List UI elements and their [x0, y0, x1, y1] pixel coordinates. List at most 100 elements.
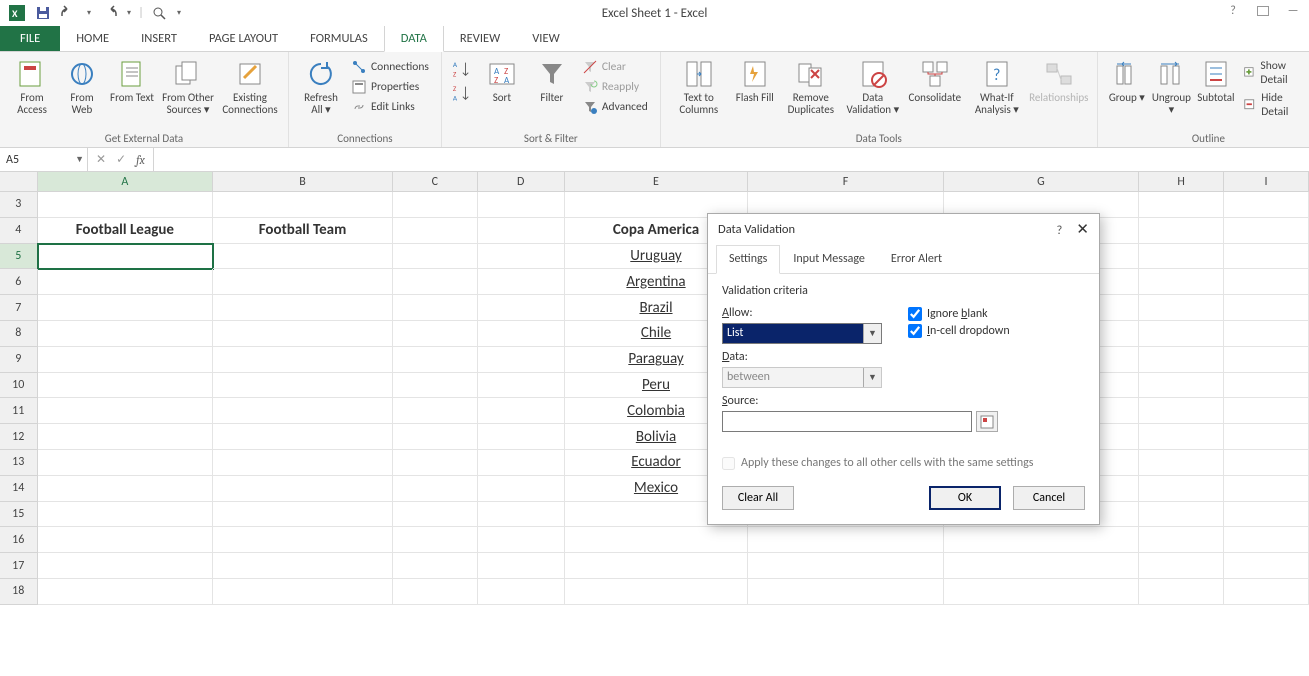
cell-I9[interactable] — [1224, 347, 1309, 373]
row-header-9[interactable]: 9 — [0, 347, 38, 373]
cell-A13[interactable] — [38, 450, 214, 476]
row-header-12[interactable]: 12 — [0, 424, 38, 450]
cell-B8[interactable] — [213, 321, 393, 347]
cell-B16[interactable] — [213, 527, 393, 553]
col-header-I[interactable]: I — [1224, 172, 1309, 192]
connections-button[interactable]: Connections — [347, 58, 433, 76]
name-box-dropdown-icon[interactable]: ▼ — [75, 154, 84, 165]
col-header-F[interactable]: F — [748, 172, 943, 192]
cell-I3[interactable] — [1224, 192, 1309, 218]
cell-A16[interactable] — [38, 527, 214, 553]
cell-A9[interactable] — [38, 347, 214, 373]
ignore-blank-checkbox[interactable]: Ignore blank — [908, 307, 1010, 321]
row-header-14[interactable]: 14 — [0, 476, 38, 502]
tab-data[interactable]: DATA — [384, 25, 444, 52]
cell-I10[interactable] — [1224, 373, 1309, 399]
row-header-8[interactable]: 8 — [0, 321, 38, 347]
col-header-D[interactable]: D — [478, 172, 565, 192]
sort-button[interactable]: AZZASort — [478, 56, 526, 106]
cell-I13[interactable] — [1224, 450, 1309, 476]
refresh-all-button[interactable]: Refresh All ▾ — [297, 56, 345, 118]
cell-B13[interactable] — [213, 450, 393, 476]
properties-button[interactable]: Properties — [347, 78, 433, 96]
cell-G17[interactable] — [944, 553, 1139, 579]
cell-I12[interactable] — [1224, 424, 1309, 450]
cell-D15[interactable] — [478, 502, 565, 528]
reapply-button[interactable]: Reapply — [578, 78, 652, 96]
cell-A8[interactable] — [38, 321, 214, 347]
cell-B17[interactable] — [213, 553, 393, 579]
grid[interactable]: A B C D E F G H I 34Football LeagueFootb… — [0, 172, 1309, 605]
allow-combobox[interactable]: List ▼ — [722, 323, 882, 344]
chevron-down-icon[interactable]: ▼ — [863, 324, 881, 343]
cell-D17[interactable] — [478, 553, 565, 579]
cell-B10[interactable] — [213, 373, 393, 399]
in-cell-dropdown-checkbox[interactable]: In-cell dropdown — [908, 324, 1010, 338]
sort-desc-icon[interactable]: ZA — [450, 82, 472, 104]
tab-file[interactable]: FILE — [0, 26, 60, 51]
row-header-6[interactable]: 6 — [0, 269, 38, 295]
qat-customize-icon[interactable]: ▾ — [174, 2, 184, 24]
from-text-button[interactable]: From Text — [108, 56, 156, 106]
dialog-tab-error[interactable]: Error Alert — [878, 245, 955, 273]
range-selector-icon[interactable] — [976, 411, 998, 432]
what-if-button[interactable]: ?What-If Analysis ▾ — [967, 56, 1027, 118]
cell-C11[interactable] — [393, 398, 478, 424]
row-header-10[interactable]: 10 — [0, 373, 38, 399]
cell-H6[interactable] — [1139, 269, 1224, 295]
cell-B4[interactable]: Football Team — [213, 218, 393, 244]
undo-dropdown-icon[interactable]: ▾ — [84, 2, 94, 24]
cell-H11[interactable] — [1139, 398, 1224, 424]
advanced-filter-button[interactable]: Advanced — [578, 98, 652, 116]
cell-D9[interactable] — [478, 347, 565, 373]
cell-A12[interactable] — [38, 424, 214, 450]
cell-A11[interactable] — [38, 398, 214, 424]
cell-G16[interactable] — [944, 527, 1139, 553]
cell-D18[interactable] — [478, 579, 565, 605]
undo-icon[interactable] — [58, 2, 80, 24]
cell-H14[interactable] — [1139, 476, 1224, 502]
cell-C4[interactable] — [393, 218, 478, 244]
ungroup-button[interactable]: Ungroup ▾ — [1150, 56, 1193, 118]
cell-D3[interactable] — [478, 192, 565, 218]
consolidate-button[interactable]: Consolidate — [905, 56, 965, 106]
row-header-5[interactable]: 5 — [0, 244, 38, 270]
enter-formula-icon[interactable]: ✓ — [116, 152, 126, 167]
edit-links-button[interactable]: Edit Links — [347, 98, 433, 116]
row-header-17[interactable]: 17 — [0, 553, 38, 579]
cell-C15[interactable] — [393, 502, 478, 528]
cell-F16[interactable] — [748, 527, 943, 553]
dialog-help-icon[interactable]: ? — [1056, 223, 1062, 238]
cell-A15[interactable] — [38, 502, 214, 528]
row-header-16[interactable]: 16 — [0, 527, 38, 553]
cell-C6[interactable] — [393, 269, 478, 295]
cell-C3[interactable] — [393, 192, 478, 218]
cell-C13[interactable] — [393, 450, 478, 476]
cell-I17[interactable] — [1224, 553, 1309, 579]
cell-B11[interactable] — [213, 398, 393, 424]
help-icon[interactable]: ? — [1225, 4, 1241, 18]
cell-H18[interactable] — [1139, 579, 1224, 605]
cell-D8[interactable] — [478, 321, 565, 347]
cell-D4[interactable] — [478, 218, 565, 244]
cell-A6[interactable] — [38, 269, 214, 295]
cell-I18[interactable] — [1224, 579, 1309, 605]
data-validation-button[interactable]: Data Validation ▾ — [843, 56, 903, 118]
cell-F17[interactable] — [748, 553, 943, 579]
row-header-15[interactable]: 15 — [0, 502, 38, 528]
cell-H12[interactable] — [1139, 424, 1224, 450]
dialog-tab-input[interactable]: Input Message — [780, 245, 878, 273]
cell-H9[interactable] — [1139, 347, 1224, 373]
dialog-close-icon[interactable]: ✕ — [1076, 221, 1089, 239]
cell-A17[interactable] — [38, 553, 214, 579]
ok-button[interactable]: OK — [929, 486, 1001, 510]
cell-I7[interactable] — [1224, 295, 1309, 321]
cell-F18[interactable] — [748, 579, 943, 605]
col-header-B[interactable]: B — [213, 172, 393, 192]
filter-button[interactable]: Filter — [528, 56, 576, 106]
hide-detail-button[interactable]: Hide Detail — [1239, 90, 1309, 120]
cell-G18[interactable] — [944, 579, 1139, 605]
cell-C18[interactable] — [393, 579, 478, 605]
cell-C16[interactable] — [393, 527, 478, 553]
cell-H7[interactable] — [1139, 295, 1224, 321]
